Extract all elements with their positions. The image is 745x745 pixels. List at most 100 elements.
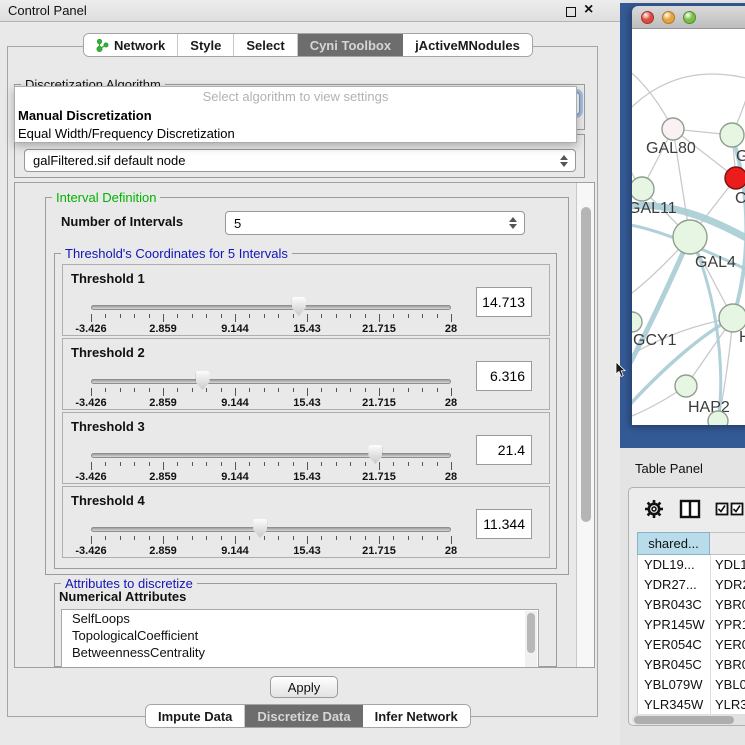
- table-row[interactable]: YBL079WYBL0: [638, 675, 745, 695]
- tab-label: Style: [190, 38, 221, 53]
- slider-tick: [163, 462, 164, 470]
- network-window-titlebar[interactable]: [632, 6, 745, 29]
- slider-tick: [206, 462, 207, 466]
- slider-tick: [408, 314, 409, 318]
- apply-button[interactable]: Apply: [270, 676, 338, 698]
- threshold-slider-handle[interactable]: [253, 519, 267, 538]
- mac-minimize-button[interactable]: [662, 11, 675, 24]
- split-columns-icon[interactable]: [679, 499, 701, 519]
- table-data-combobox[interactable]: galFiltered.sif default node: [24, 149, 576, 172]
- select-columns-icon[interactable]: [715, 501, 745, 517]
- table-row[interactable]: YPR145WYPR1: [638, 615, 745, 635]
- numerical-attributes-list[interactable]: SelfLoopsTopologicalCoefficientBetweenne…: [61, 609, 539, 668]
- slider-tick: [336, 314, 337, 318]
- slider-tick: [149, 462, 150, 466]
- table-row[interactable]: YER054CYER0: [638, 635, 745, 655]
- slider-tick: [163, 536, 164, 544]
- network-node-c[interactable]: [725, 167, 745, 189]
- threshold-slider-track[interactable]: [91, 379, 451, 384]
- node-table[interactable]: shared... na YDL19...YDL1YDR27...YDR2YBR…: [637, 532, 745, 726]
- network-canvas[interactable]: GAL80GCGAL11GAL4GCY1HHAP2: [632, 29, 745, 425]
- network-node-hap2[interactable]: [675, 375, 697, 397]
- algorithm-option-equal-width[interactable]: Equal Width/Frequency Discretization: [15, 125, 576, 143]
- scrollbar-thumb[interactable]: [634, 716, 734, 724]
- cell-shared-name: YLR345W: [638, 695, 711, 715]
- tab-impute-data[interactable]: Impute Data: [146, 705, 245, 727]
- settings-vertical-scrollbar[interactable]: [576, 183, 594, 667]
- slider-tick-label: 9.144: [205, 323, 265, 335]
- algorithm-option-manual[interactable]: Manual Discretization: [15, 107, 576, 125]
- scrollbar-thumb[interactable]: [581, 207, 591, 522]
- table-row[interactable]: YDR27...YDR2: [638, 575, 745, 595]
- network-node-gal11[interactable]: [632, 177, 654, 201]
- tab-jactivemnodules[interactable]: jActiveMNodules: [403, 34, 532, 56]
- column-header-name[interactable]: na: [710, 532, 745, 555]
- tab-cyni-toolbox[interactable]: Cyni Toolbox: [298, 34, 403, 56]
- threshold-slider-track[interactable]: [91, 305, 451, 310]
- attribute-list-item[interactable]: TopologicalCoefficient: [62, 627, 538, 644]
- number-of-intervals-combobox[interactable]: 5: [225, 211, 525, 235]
- network-node-gal4[interactable]: [673, 220, 707, 254]
- slider-tick: [221, 462, 222, 466]
- slider-tick: [336, 536, 337, 540]
- tab-label: Cyni Toolbox: [310, 38, 391, 53]
- tab-style[interactable]: Style: [178, 34, 234, 56]
- tab-label: Impute Data: [158, 709, 232, 724]
- network-node[interactable]: [708, 411, 728, 425]
- tab-select[interactable]: Select: [234, 34, 297, 56]
- table-row[interactable]: YDL19...YDL1: [638, 555, 745, 575]
- network-edge: [632, 74, 745, 115]
- attribute-list-item[interactable]: SelfLoops: [62, 610, 538, 627]
- threshold-value-field[interactable]: 11.344: [476, 509, 532, 539]
- threshold-slider-track[interactable]: [91, 527, 451, 532]
- slider-tick: [321, 314, 322, 318]
- slider-tick: [105, 388, 106, 392]
- threshold-value-field[interactable]: 21.4: [476, 435, 532, 465]
- slider-tick: [321, 462, 322, 466]
- slider-tick: [120, 388, 121, 392]
- threshold-slider-handle[interactable]: [196, 371, 210, 390]
- threshold-slider-handle[interactable]: [292, 297, 306, 316]
- attributes-scrollbar[interactable]: [525, 611, 537, 667]
- tab-label: jActiveMNodules: [415, 38, 520, 53]
- slider-tick: [365, 536, 366, 540]
- mac-zoom-button[interactable]: [683, 11, 696, 24]
- settings-gear-icon[interactable]: [643, 498, 665, 520]
- threshold-panel-2: Threshold 2-3.4262.8599.14415.4321.71528…: [62, 338, 550, 410]
- slider-tick: [134, 388, 135, 392]
- network-node-gcy1[interactable]: [632, 312, 642, 332]
- close-icon[interactable]: ×: [584, 1, 593, 19]
- threshold-value-field[interactable]: 6.316: [476, 361, 532, 391]
- network-node-g[interactable]: [720, 123, 744, 147]
- threshold-value-field[interactable]: 14.713: [476, 287, 532, 317]
- tab-discretize-data[interactable]: Discretize Data: [245, 705, 362, 727]
- table-row[interactable]: YLR345WYLR3: [638, 695, 745, 715]
- table-horizontal-scrollbar[interactable]: [632, 714, 745, 725]
- tab-network[interactable]: Network: [84, 34, 178, 56]
- slider-tick: [264, 462, 265, 466]
- table-row[interactable]: YBR043CYBR0: [638, 595, 745, 615]
- slider-tick: [321, 536, 322, 540]
- slider-tick: [105, 536, 106, 540]
- tab-infer-network[interactable]: Infer Network: [363, 705, 470, 727]
- slider-tick: [307, 388, 308, 396]
- slider-tick-label: -3.426: [61, 397, 121, 409]
- mac-close-button[interactable]: [641, 11, 654, 24]
- cell-name: YBR0: [711, 595, 745, 615]
- numerical-attributes-label: Numerical Attributes: [59, 589, 186, 604]
- network-node-h[interactable]: [719, 304, 745, 332]
- column-header-shared-name[interactable]: shared...: [637, 532, 710, 555]
- table-row[interactable]: YBR045CYBR0: [638, 655, 745, 675]
- slider-tick: [293, 462, 294, 466]
- slider-tick-label: 28: [421, 323, 481, 335]
- slider-tick-label: 15.43: [277, 471, 337, 483]
- slider-tick: [422, 536, 423, 540]
- threshold-slider-track[interactable]: [91, 453, 451, 458]
- attribute-list-item[interactable]: BetweennessCentrality: [62, 644, 538, 661]
- float-window-icon[interactable]: [566, 7, 576, 17]
- network-node-gal80[interactable]: [662, 118, 684, 140]
- threshold-slider-handle[interactable]: [368, 445, 382, 464]
- control-panel: Control Panel × NetworkStyleSelectCyni T…: [0, 0, 620, 745]
- slider-tick: [278, 388, 279, 392]
- slider-tick: [379, 536, 380, 544]
